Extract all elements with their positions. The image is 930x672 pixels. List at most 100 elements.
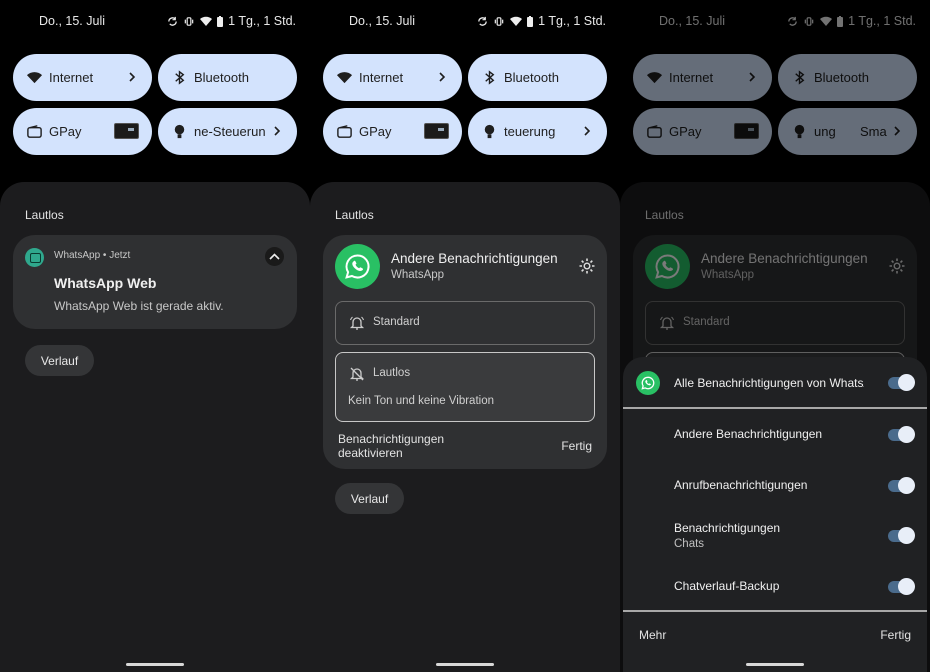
channel-toggle-sheet: Alle Benachrichtigungen von WhatsApp And… <box>623 357 927 672</box>
rotate-icon <box>168 16 177 26</box>
battery-icon <box>527 15 534 27</box>
status-icons: 1 Tg., 1 Std. <box>477 14 606 28</box>
more-button[interactable]: Mehr <box>639 628 666 642</box>
tile-gpay[interactable]: GPay <box>633 108 772 155</box>
bell-ring-icon <box>349 316 365 330</box>
rotate-icon <box>788 16 797 26</box>
bluetooth-icon <box>485 70 495 85</box>
all-notifications-toggle[interactable] <box>888 374 915 391</box>
option-silent-label: Lautlos <box>373 367 411 379</box>
tile-home-label-a: ung <box>814 124 836 139</box>
status-bar: Do., 15. Juli 1 Tg., 1 Std. <box>620 14 930 30</box>
tile-internet-label: Internet <box>669 70 714 85</box>
panel-3: Do., 15. Juli 1 Tg., 1 Std. Internet Blu… <box>620 0 930 672</box>
section-title: Lautlos <box>335 208 374 222</box>
tile-bluetooth-label: Bluetooth <box>504 70 559 85</box>
channel-toggle[interactable] <box>888 527 915 544</box>
lightbulb-icon <box>484 124 495 139</box>
channel-toggle[interactable] <box>888 477 915 494</box>
wifi-icon <box>820 16 833 26</box>
vibrate-icon <box>804 16 814 26</box>
tile-internet[interactable]: Internet <box>633 54 772 101</box>
gear-icon[interactable] <box>888 257 906 275</box>
tile-bluetooth[interactable]: Bluetooth <box>778 54 917 101</box>
panel-2: Do., 15. Juli 1 Tg., 1 Std. Internet Blu… <box>310 0 620 672</box>
bell-off-icon <box>349 367 365 381</box>
done-button[interactable]: Fertig <box>880 628 911 642</box>
wallet-icon <box>27 125 42 138</box>
wallet-icon <box>647 125 662 138</box>
channel-row[interactable]: Benachrichtigungen Chats <box>623 517 927 557</box>
notification-card[interactable]: WhatsApp • Jetzt WhatsApp Web WhatsApp W… <box>13 235 297 329</box>
collapse-button[interactable] <box>265 247 284 266</box>
chevron-right-icon <box>129 72 136 82</box>
channel-row[interactable]: Andere Benachrichtigungen <box>623 419 927 449</box>
channel-label: Anrufbenachrichtigungen <box>674 478 808 492</box>
chevron-right-icon <box>584 126 591 136</box>
battery-text: 1 Tg., 1 Std. <box>848 14 916 28</box>
channel-title: Andere Benachrichtigungen <box>391 251 558 266</box>
history-button[interactable]: Verlauf <box>335 483 404 514</box>
status-date: Do., 15. Juli <box>659 14 726 28</box>
tile-bluetooth[interactable]: Bluetooth <box>158 54 297 101</box>
chevron-right-icon <box>439 72 446 82</box>
tile-bluetooth-label: Bluetooth <box>814 70 869 85</box>
wifi-icon <box>26 72 43 84</box>
notification-app-line: WhatsApp • Jetzt <box>54 250 131 261</box>
status-icons: 1 Tg., 1 Std. <box>167 14 296 28</box>
notification-shade: Lautlos WhatsApp • Jetzt WhatsApp Web Wh… <box>0 182 310 672</box>
chevron-right-icon <box>274 126 281 136</box>
option-silent[interactable]: Lautlos Kein Ton und keine Vibration <box>335 352 595 422</box>
card-icon <box>114 123 139 139</box>
wifi-icon <box>336 72 353 84</box>
section-title: Lautlos <box>645 208 684 222</box>
channel-toggle[interactable] <box>888 578 915 595</box>
tile-home-control[interactable]: ung Sma <box>778 108 917 155</box>
channel-app: WhatsApp <box>391 269 445 281</box>
whatsapp-icon <box>636 371 660 395</box>
tile-internet[interactable]: Internet <box>323 54 462 101</box>
channel-row[interactable]: Anrufbenachrichtigungen <box>623 470 927 500</box>
vibrate-icon <box>184 16 194 26</box>
tile-home-control[interactable]: teuerung <box>468 108 607 155</box>
notification-shade: Lautlos Andere Benachrichtigungen WhatsA… <box>310 182 620 672</box>
tile-home-control[interactable]: ne-Steuerun <box>158 108 297 155</box>
chevron-up-icon <box>269 253 280 260</box>
battery-icon <box>837 15 844 27</box>
tile-gpay-label: GPay <box>49 124 82 139</box>
gear-icon[interactable] <box>578 257 596 275</box>
home-indicator[interactable] <box>436 663 494 666</box>
tile-bluetooth[interactable]: Bluetooth <box>468 54 607 101</box>
all-notifications-row[interactable]: Alle Benachrichtigungen von WhatsApp <box>623 367 927 399</box>
tile-home-label-b: Sma <box>860 124 887 139</box>
status-bar: Do., 15. Juli 1 Tg., 1 Std. <box>310 14 620 30</box>
notification-title: WhatsApp Web <box>54 275 157 291</box>
option-standard[interactable]: Standard <box>335 301 595 345</box>
divider <box>623 407 927 409</box>
channel-app: WhatsApp <box>701 269 755 281</box>
tile-gpay[interactable]: GPay <box>13 108 152 155</box>
tile-home-label: teuerung <box>504 124 556 139</box>
tile-internet[interactable]: Internet <box>13 54 152 101</box>
channel-row[interactable]: Chatverlauf-Backup <box>623 571 927 601</box>
option-standard[interactable]: Standard <box>645 301 905 345</box>
bell-ring-icon <box>659 316 675 330</box>
all-notifications-label: Alle Benachrichtigungen von WhatsApp <box>674 376 864 390</box>
history-button[interactable]: Verlauf <box>25 345 94 376</box>
home-indicator[interactable] <box>746 663 804 666</box>
home-indicator[interactable] <box>126 663 184 666</box>
option-standard-label: Standard <box>683 316 730 328</box>
channel-toggle[interactable] <box>888 426 915 443</box>
vibrate-icon <box>494 16 504 26</box>
divider <box>623 610 927 612</box>
tile-gpay-label: GPay <box>669 124 702 139</box>
done-button[interactable]: Fertig <box>561 439 592 453</box>
whatsapp-web-icon <box>25 248 44 267</box>
deactivate-notifications-link[interactable]: Benachrichtigungen deaktivieren <box>338 432 478 460</box>
card-icon <box>734 123 759 139</box>
tile-bluetooth-label: Bluetooth <box>194 70 249 85</box>
rotate-icon <box>478 16 487 26</box>
tile-gpay[interactable]: GPay <box>323 108 462 155</box>
channel-settings-card: Andere Benachrichtigungen WhatsApp Stand… <box>323 235 607 469</box>
notification-body: WhatsApp Web ist gerade aktiv. <box>54 299 224 313</box>
